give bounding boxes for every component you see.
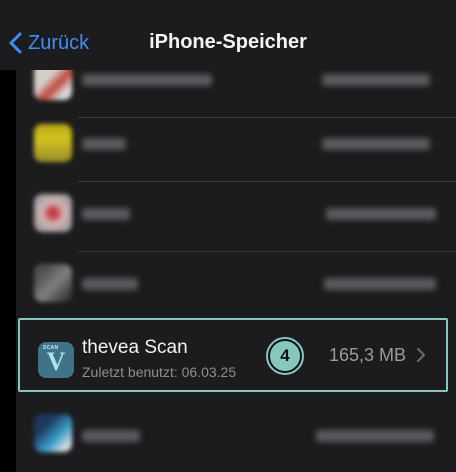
blurred-app-icon-pink [34,194,72,232]
app-size: 165,3 MB [328,345,406,365]
last-used-date: Zuletzt benutzt: 06.03.25 [82,364,237,380]
list-item[interactable] [16,104,456,182]
blurred-app-name [82,138,126,150]
blurred-app-icon-blue [34,414,72,452]
blurred-app-size [324,278,436,290]
screen: Zurück iPhone-Speicher SCAN V thevea Sca… [0,0,456,472]
icon-v-glyph: V [46,347,66,376]
thevea-scan-app-icon: SCAN V [38,342,74,378]
chevron-right-icon [417,348,425,362]
blurred-app-size [322,74,430,86]
blurred-app-size [322,138,430,150]
navigation-bar: Zurück iPhone-Speicher [0,0,456,70]
list-item[interactable] [16,394,456,472]
blurred-app-name [82,74,212,86]
blurred-app-size [326,208,436,220]
blurred-app-size [316,430,434,442]
app-storage-list: SCAN V thevea Scan Zuletzt benutzt: 06.0… [16,62,456,472]
page-title: iPhone-Speicher [149,31,307,53]
blurred-app-name [82,208,130,220]
blurred-app-name [82,278,138,290]
blurred-app-icon-yellow [34,124,72,162]
blurred-app-icon-gray [34,264,72,302]
app-name: thevea Scan [82,337,188,358]
list-bottom [16,462,456,472]
list-item[interactable] [16,246,456,324]
app-row-thevea-scan[interactable]: SCAN V thevea Scan Zuletzt benutzt: 06.0… [18,318,448,392]
step-number-badge: 4 [266,337,304,375]
blurred-app-name [82,430,140,442]
list-item[interactable] [16,174,456,252]
